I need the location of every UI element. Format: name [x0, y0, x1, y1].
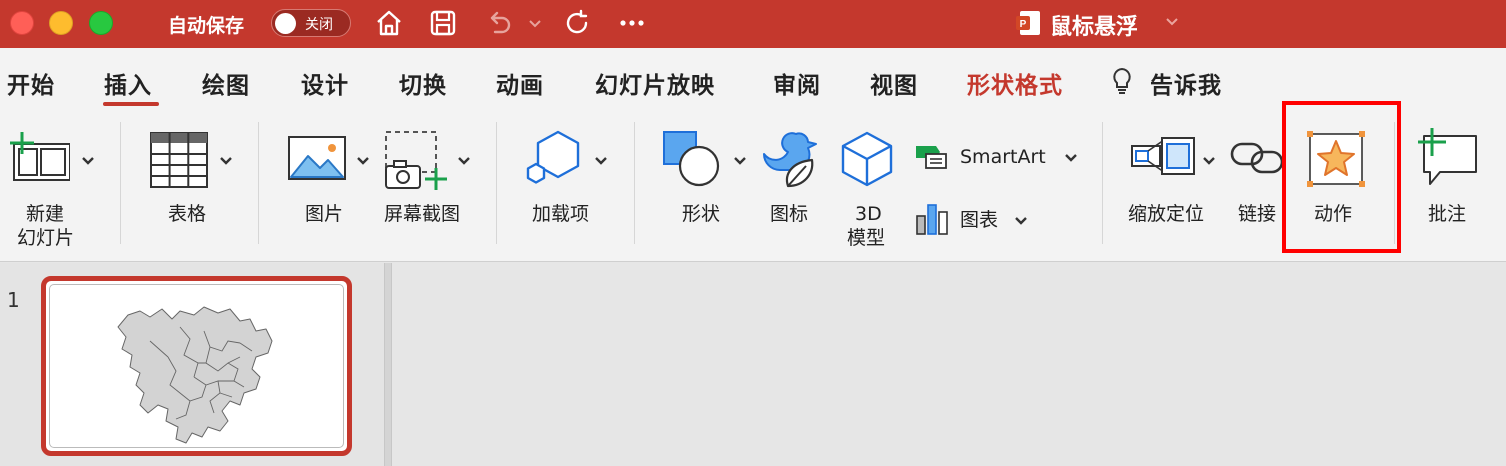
slide-thumbnail[interactable]: [41, 276, 352, 456]
ribbon-separator: [258, 122, 259, 244]
slide-editing-pane[interactable]: [392, 263, 1506, 466]
ribbon-separator: [496, 122, 497, 244]
redo-icon[interactable]: [561, 6, 595, 40]
comment-label: 批注: [1428, 203, 1467, 225]
chart-chevron-down-icon[interactable]: [1014, 214, 1028, 228]
undo-dropdown-chevron-icon[interactable]: [524, 6, 546, 40]
powerpoint-icon: P: [1016, 11, 1040, 35]
picture-chevron-down-icon[interactable]: [356, 154, 370, 168]
chart-icon: [916, 204, 948, 235]
ribbon-separator: [1102, 122, 1103, 244]
undo-icon[interactable]: [482, 6, 516, 40]
addins-chevron-down-icon[interactable]: [594, 154, 608, 168]
new-slide-label-2: 幻灯片: [17, 227, 75, 249]
ribbon-tabs: 开始 插入 绘图 设计 切换 动画 幻灯片放映 审阅 视图 形状格式 告诉我: [0, 48, 1506, 110]
addins-label: 加载项: [532, 203, 590, 225]
tab-draw[interactable]: 绘图: [202, 66, 250, 100]
picture-icon: [288, 136, 346, 180]
smartart-label: SmartArt: [960, 146, 1046, 168]
save-icon[interactable]: [426, 6, 460, 40]
new-slide-icon: [10, 132, 70, 181]
pane-splitter[interactable]: [384, 263, 392, 466]
sichuan-map-shape: [117, 306, 273, 444]
link-label: 链接: [1238, 203, 1277, 225]
ribbon-panel: 新建 幻灯片 表格 图片 屏幕截图 加载项 形状 图标 3D 模型 SmartA…: [0, 110, 1506, 262]
more-icon[interactable]: [615, 6, 649, 40]
lightbulb-icon: [1113, 67, 1131, 94]
action-highlight-box: [1282, 101, 1401, 253]
smartart-chevron-down-icon[interactable]: [1064, 151, 1078, 165]
screenshot-chevron-down-icon[interactable]: [457, 154, 471, 168]
zoom-chevron-down-icon[interactable]: [1202, 154, 1216, 168]
tab-review[interactable]: 审阅: [773, 66, 821, 100]
shapes-icon: [663, 131, 720, 187]
close-window-button[interactable]: [10, 11, 34, 35]
tab-shape-format[interactable]: 形状格式: [967, 66, 1063, 100]
home-icon[interactable]: [372, 6, 406, 40]
screenshot-icon: [385, 131, 447, 190]
tab-tell-me[interactable]: 告诉我: [1150, 66, 1222, 100]
chart-label: 图表: [960, 209, 999, 231]
autosave-label: 自动保存: [168, 15, 245, 37]
addins-icon: [526, 130, 580, 184]
screenshot-label: 屏幕截图: [384, 203, 461, 225]
table-icon: [150, 132, 208, 188]
title-chevron-down-icon[interactable]: [1163, 12, 1181, 30]
minimize-window-button[interactable]: [49, 11, 73, 35]
new-slide-chevron-down-icon[interactable]: [81, 154, 95, 168]
table-label: 表格: [168, 203, 207, 225]
tab-design[interactable]: 设计: [301, 66, 349, 100]
zoom-window-button[interactable]: [89, 11, 113, 35]
document-title[interactable]: 鼠标悬浮: [1050, 9, 1138, 41]
3d-models-label-1: 3D: [855, 203, 882, 225]
icons-label: 图标: [770, 203, 809, 225]
new-comment-icon: [1418, 128, 1477, 185]
icons-gallery-icon: [763, 132, 817, 188]
picture-label: 图片: [305, 203, 344, 225]
tab-insert[interactable]: 插入: [104, 66, 152, 100]
svg-text:P: P: [1020, 19, 1027, 30]
shapes-chevron-down-icon[interactable]: [733, 154, 747, 168]
slide-number: 1: [7, 288, 20, 312]
tab-transitions[interactable]: 切换: [399, 66, 447, 100]
link-icon: [1230, 142, 1284, 174]
shapes-label: 形状: [682, 203, 721, 225]
title-bar: 自动保存 关闭 P 鼠标悬浮: [0, 0, 1506, 48]
autosave-toggle[interactable]: 关闭: [271, 9, 351, 37]
tab-home[interactable]: 开始: [7, 66, 55, 100]
zoom-label: 缩放定位: [1128, 203, 1205, 225]
zoom-icon: [1131, 137, 1195, 175]
slide-thumbnail-canvas: [49, 284, 344, 448]
ribbon-separator: [634, 122, 635, 244]
autosave-toggle-knob: [275, 13, 296, 34]
active-tab-indicator: [103, 102, 159, 106]
autosave-toggle-state: 关闭: [305, 17, 333, 33]
tab-animations[interactable]: 动画: [496, 66, 544, 100]
smartart-icon: [916, 146, 947, 169]
new-slide-label-1: 新建: [26, 203, 65, 225]
tab-slideshow[interactable]: 幻灯片放映: [595, 66, 715, 100]
tab-view[interactable]: 视图: [870, 66, 918, 100]
ribbon-separator: [120, 122, 121, 244]
3d-models-label-2: 模型: [847, 227, 886, 249]
table-chevron-down-icon[interactable]: [219, 154, 233, 168]
3d-cube-icon: [841, 131, 893, 187]
